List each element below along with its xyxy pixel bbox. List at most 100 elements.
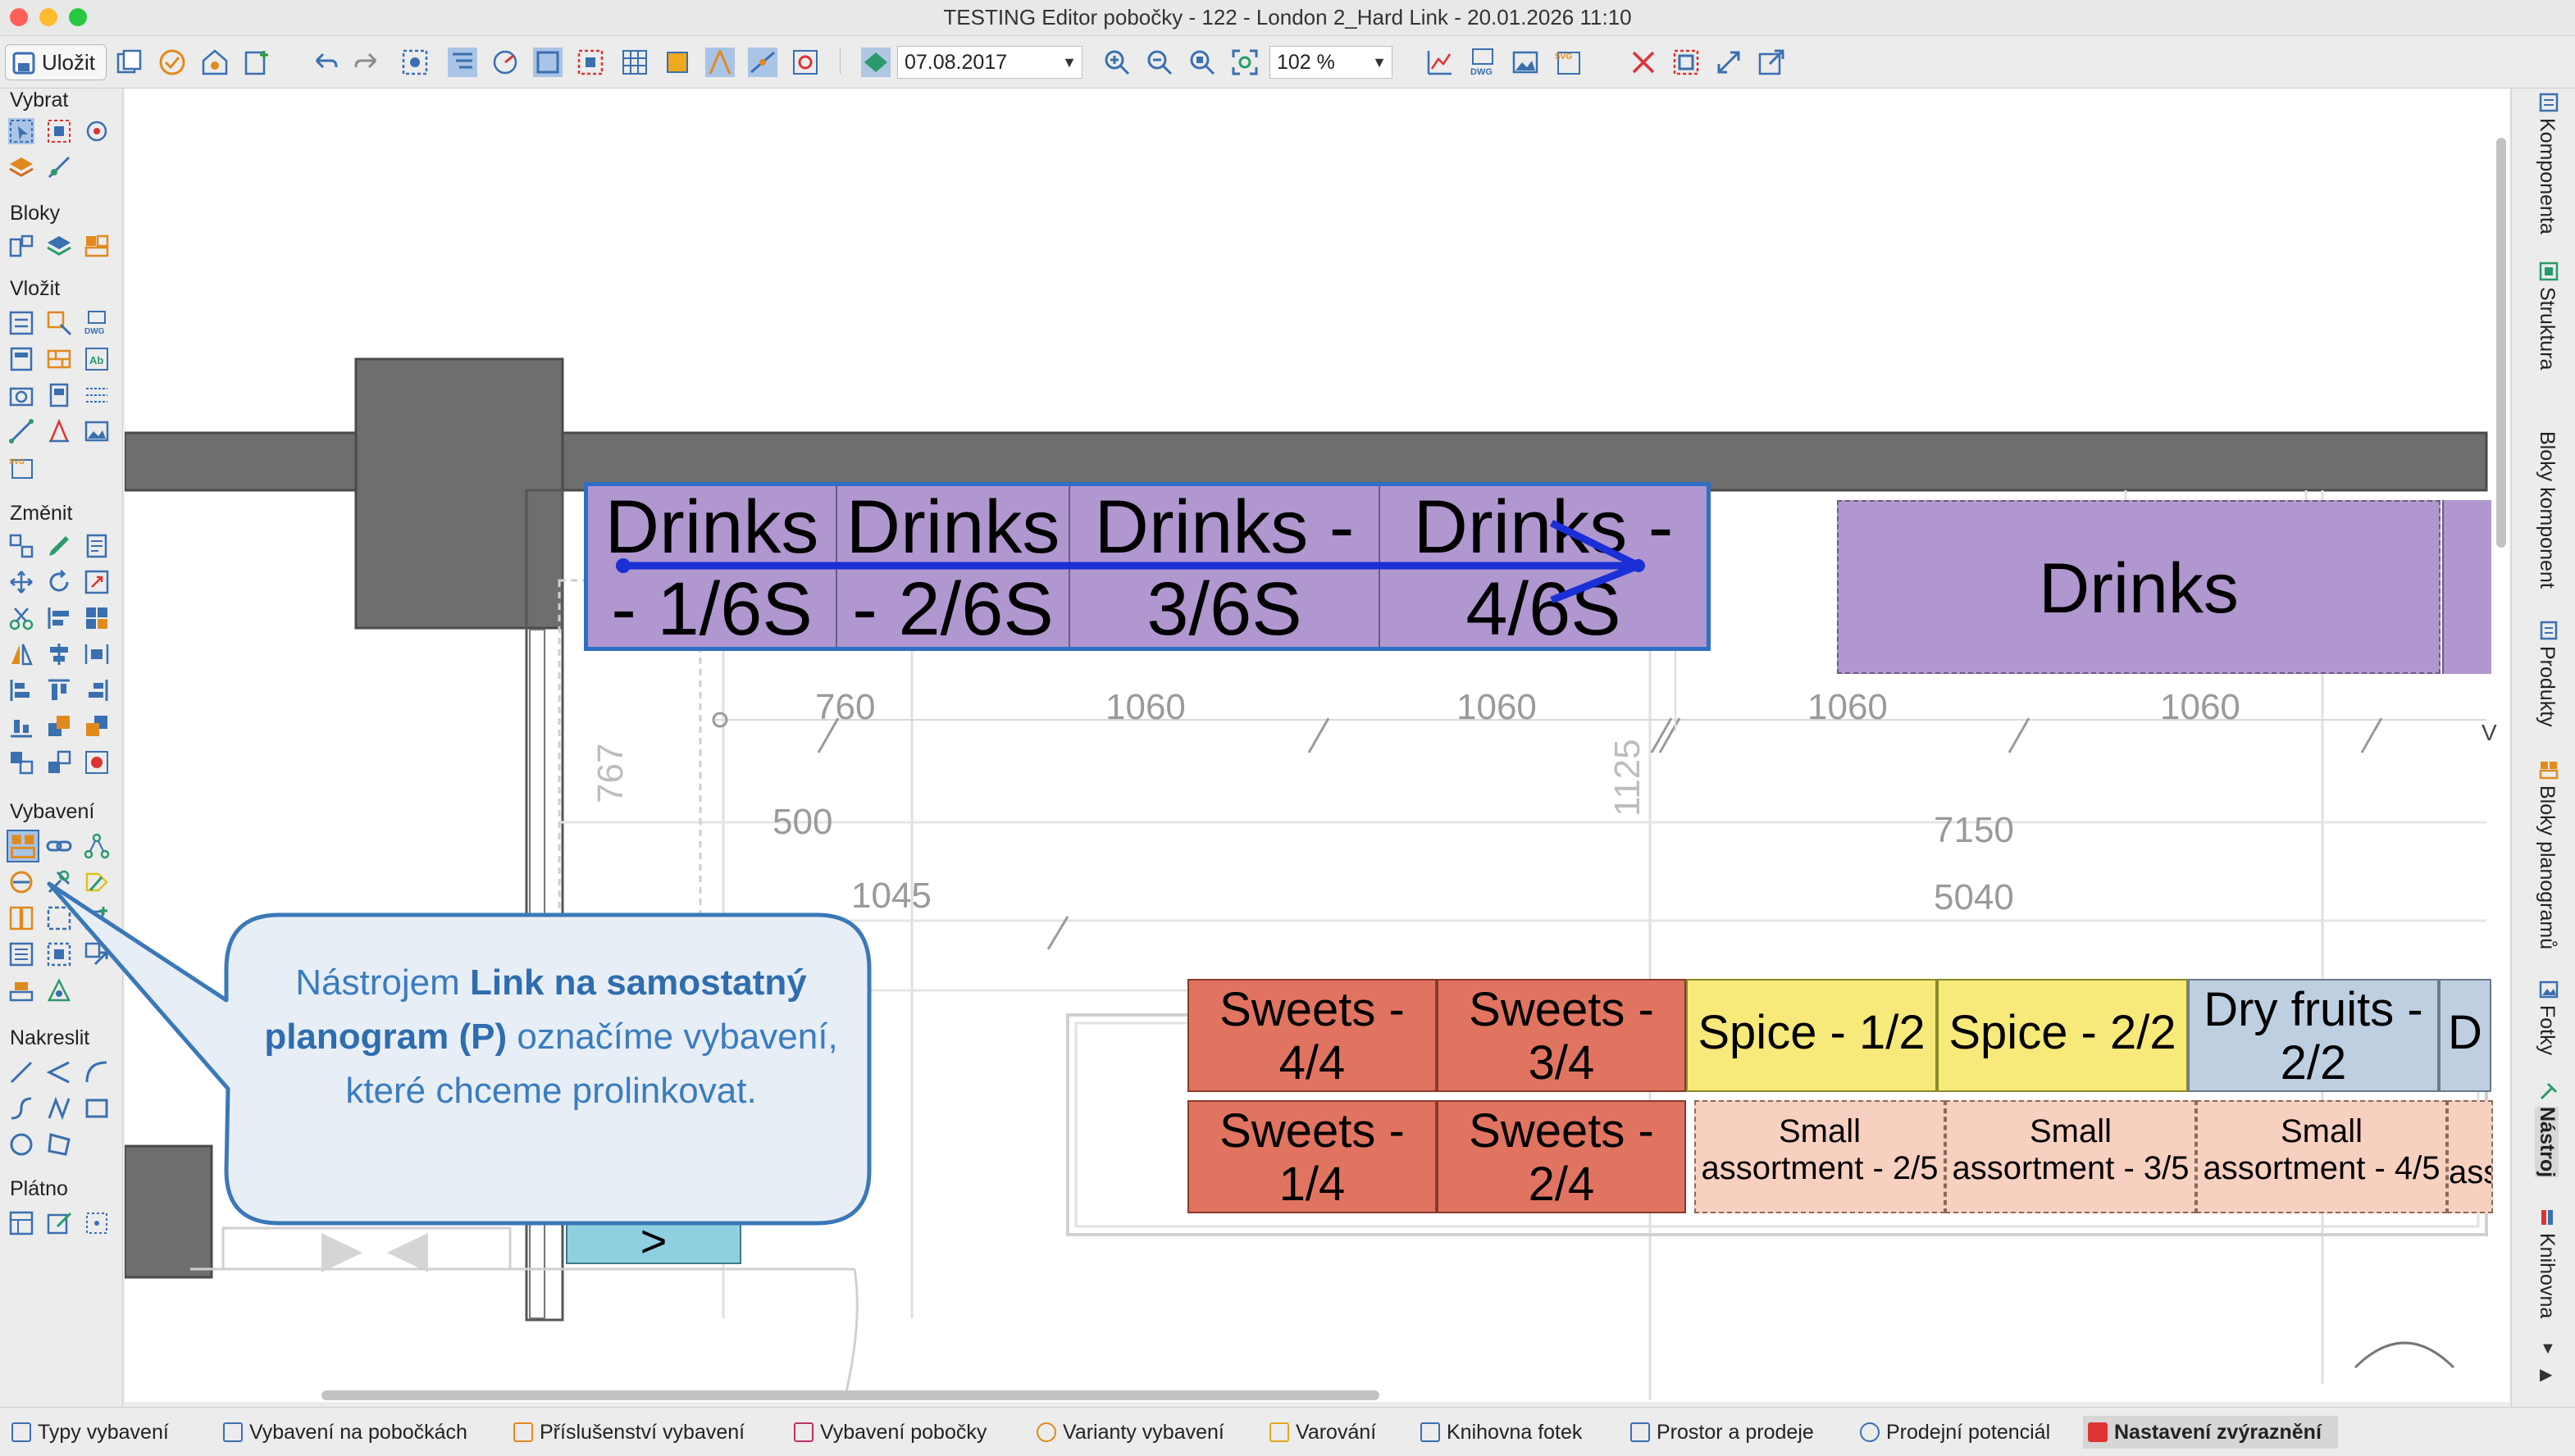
tab-knihovna[interactable]: Knihovna — [2535, 1233, 2559, 1318]
tab-bloky-planogramu[interactable]: Bloky planogramů — [2535, 785, 2559, 949]
chevron-right-icon[interactable]: ▶ — [2540, 1364, 2552, 1385]
shelf-layout-icon[interactable] — [8, 905, 34, 931]
insert-wall-icon[interactable] — [46, 346, 72, 372]
tab-prodejni-potencial[interactable]: Prodejní potenciál — [1855, 1416, 2050, 1449]
tab-vybaveni-na-pobockach[interactable]: Vybavení na pobočkách — [218, 1416, 467, 1449]
equipment-grid-icon[interactable] — [46, 941, 72, 967]
dwg-export-icon[interactable]: DWG — [1468, 48, 1497, 77]
transform-icon[interactable] — [1714, 48, 1743, 77]
tab-bloky-komponent[interactable]: Bloky komponent — [2535, 431, 2559, 589]
tab-fotky[interactable]: Fotky — [2535, 1005, 2559, 1055]
tab-prislusenstvi-vybaveni[interactable]: Příslušenství vybavení — [508, 1416, 745, 1449]
distribute-icon[interactable] — [84, 641, 110, 667]
connect-nodes-icon[interactable] — [84, 833, 110, 859]
canvas-grid-icon[interactable] — [84, 1210, 110, 1236]
send-back-icon[interactable] — [84, 713, 110, 739]
dry-fruits-fixture-2-2[interactable]: Dry fruits - 2/2 — [2188, 979, 2439, 1092]
insert-equipment-icon[interactable] — [8, 310, 34, 336]
insert-svg-icon[interactable]: SVG — [8, 454, 34, 480]
copy-icon[interactable] — [115, 48, 144, 77]
svg-export-icon[interactable]: SVG — [1553, 48, 1583, 77]
zoom-extents-icon[interactable] — [1230, 48, 1260, 77]
block-insert-icon[interactable] — [8, 233, 34, 259]
tile-icon[interactable] — [84, 605, 110, 631]
tools-icon[interactable] — [46, 869, 72, 895]
equipment-select-icon[interactable] — [7, 830, 39, 862]
undo-icon[interactable] — [310, 48, 340, 77]
select-path-icon[interactable] — [46, 154, 72, 180]
grid-icon[interactable] — [620, 48, 649, 77]
open-window-icon[interactable] — [1757, 48, 1786, 77]
spice-fixture-2-2[interactable]: Spice - 2/2 — [1937, 979, 2188, 1092]
sweets-fixture-3-4[interactable]: Sweets - 3/4 — [1437, 979, 1686, 1092]
frame-tool-icon[interactable] — [533, 48, 563, 77]
zoom-in-icon[interactable] — [1102, 48, 1132, 77]
draw-angle-line-icon[interactable] — [46, 1059, 72, 1085]
fill-icon[interactable] — [663, 48, 692, 77]
insert-line-icon[interactable] — [8, 418, 34, 444]
select-arrow-icon[interactable] — [8, 118, 34, 144]
image-export-icon[interactable] — [1511, 48, 1540, 77]
zoom-select[interactable]: 102 % ▼ — [1269, 46, 1392, 79]
store-icon[interactable] — [200, 48, 230, 77]
tab-struktura[interactable]: Struktura — [2535, 287, 2559, 370]
draw-line-icon[interactable] — [8, 1059, 34, 1085]
select-box-icon[interactable] — [46, 118, 72, 144]
insert-dwg-icon[interactable]: DWG — [84, 310, 110, 336]
drinks-fixture-2[interactable]: Drinks - 2/6S — [837, 486, 1070, 647]
insert-camera-icon[interactable] — [8, 382, 34, 408]
tab-nastroj[interactable]: Nástroj — [2535, 1107, 2559, 1178]
shelf-add-icon[interactable] — [84, 905, 110, 931]
delete-icon[interactable] — [1629, 48, 1658, 77]
save-button[interactable]: Uložit — [5, 44, 107, 80]
tab-produkty[interactable]: Produkty — [2535, 646, 2559, 727]
small-assortment-fixture-3-5[interactable]: Small assortment - 3/5 — [1945, 1100, 2196, 1213]
rotate-icon[interactable] — [46, 569, 72, 595]
sweets-fixture-2-4[interactable]: Sweets - 2/4 — [1437, 1100, 1686, 1213]
block-grid-icon[interactable] — [84, 233, 110, 259]
tab-komponenta[interactable]: Komponenta — [2535, 118, 2559, 234]
planogram-icon[interactable] — [46, 977, 72, 1003]
sweets-fixture-4-4[interactable]: Sweets - 4/4 — [1187, 979, 1437, 1092]
floorplan-canvas[interactable]: Drinks - 1/6S Drinks - 2/6S Drinks - 3/6… — [125, 89, 2509, 1402]
align-right-icon[interactable] — [8, 677, 34, 703]
snap-line-icon[interactable] — [748, 48, 777, 77]
target-icon[interactable] — [791, 48, 820, 77]
tab-varovani[interactable]: Varování — [1265, 1416, 1376, 1449]
draw-polyline-icon[interactable] — [46, 1095, 72, 1122]
tab-typy-vybaveni[interactable]: Typy vybavení — [7, 1416, 169, 1449]
canvas-settings-icon[interactable] — [8, 1210, 34, 1236]
screenshot-icon[interactable] — [400, 48, 430, 77]
insert-angle-icon[interactable] — [46, 418, 72, 444]
insert-shelf-icon[interactable] — [8, 346, 34, 372]
draw-circle-icon[interactable] — [8, 1131, 34, 1158]
chevron-down-icon[interactable]: ▼ — [2540, 1340, 2556, 1358]
list-view-icon[interactable] — [8, 941, 34, 967]
draw-polygon-icon[interactable] — [46, 1131, 72, 1158]
dashed-frame-icon[interactable] — [46, 905, 72, 931]
layers-tool-icon[interactable] — [448, 48, 477, 77]
align-top-icon[interactable] — [46, 677, 72, 703]
mirror-icon[interactable] — [8, 641, 34, 667]
chart-export-icon[interactable] — [1425, 48, 1455, 77]
canvas-edit-icon[interactable] — [46, 1210, 72, 1236]
drinks-fixture-1[interactable]: Drinks - 1/6S — [588, 486, 837, 647]
check-icon[interactable] — [157, 48, 187, 77]
draw-curve-icon[interactable] — [8, 1095, 34, 1122]
draw-rectangle-icon[interactable] — [84, 1095, 110, 1122]
select-region-icon[interactable] — [1671, 48, 1701, 77]
link-icon[interactable] — [46, 833, 72, 859]
tab-varianty-vybaveni[interactable]: Varianty vybavení — [1032, 1416, 1224, 1449]
move-icon[interactable] — [8, 569, 34, 595]
scale-icon[interactable] — [84, 569, 110, 595]
group-icon[interactable] — [8, 533, 34, 559]
drinks-fixture-group[interactable]: Drinks - 1/6S Drinks - 2/6S Drinks - 3/6… — [584, 482, 1711, 651]
horizontal-scrollbar[interactable] — [321, 1390, 1379, 1400]
align-left-icon[interactable] — [46, 605, 72, 631]
select-grid-icon[interactable] — [576, 48, 605, 77]
zoom-fit-icon[interactable] — [1187, 48, 1217, 77]
date-select[interactable]: 07.08.2017 ▼ — [897, 46, 1082, 79]
recolor-icon[interactable] — [84, 749, 110, 776]
equipment-link-icon[interactable] — [84, 941, 110, 967]
label-edit-icon[interactable] — [84, 869, 110, 895]
